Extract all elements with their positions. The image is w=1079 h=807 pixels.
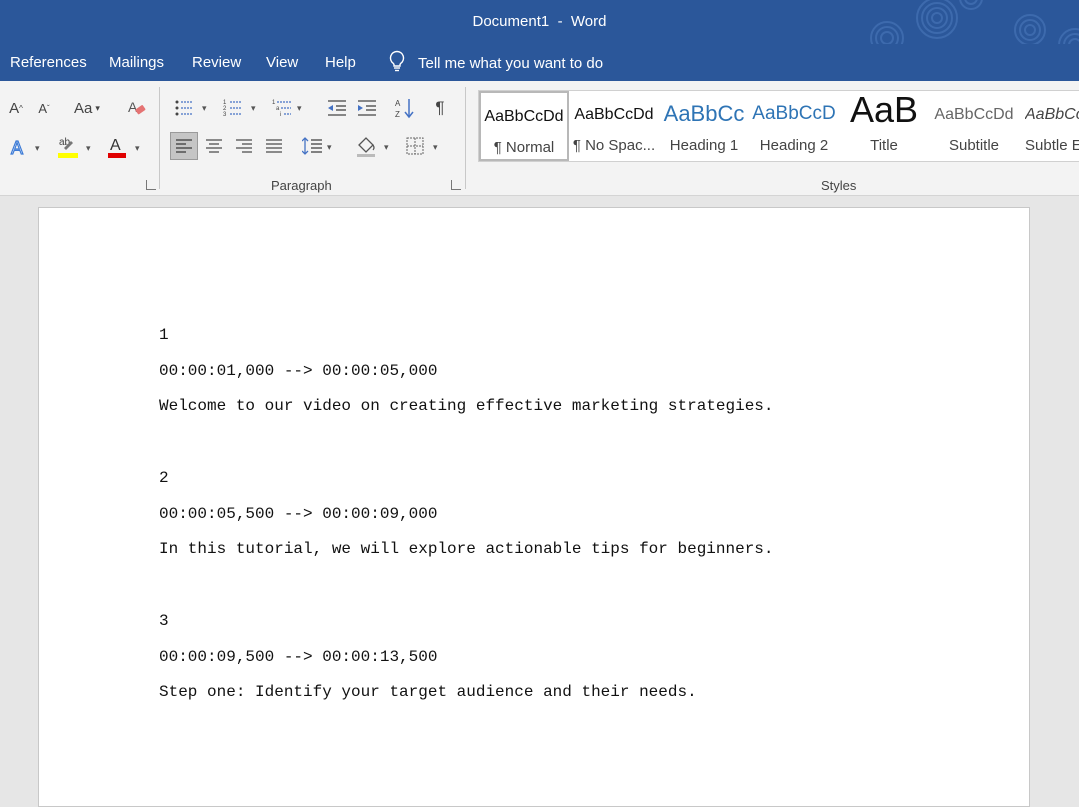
tab-help[interactable]: Help (325, 54, 356, 71)
style-sample: AaBbCc (663, 101, 745, 126)
font-dialog-launcher-icon[interactable] (146, 180, 156, 190)
subtitle-text: In this tutorial, we will explore action… (159, 540, 774, 558)
shading-icon[interactable] (353, 133, 379, 159)
style-name: Title (870, 137, 898, 154)
styles-group-label: Styles (821, 178, 857, 193)
style-sample: AaB (849, 89, 919, 130)
justify-button[interactable] (261, 133, 287, 159)
subtitle-index: 1 (159, 326, 169, 344)
document-name: Document1 (472, 13, 550, 30)
style-subtle-emphasis[interactable]: AaBbCcD Subtle E (1019, 91, 1079, 161)
chevron-down-icon[interactable]: ▾ (433, 142, 438, 153)
style-name: ¶ Normal (493, 139, 555, 156)
subtitle-text: Welcome to our video on creating effecti… (159, 397, 774, 415)
tab-review[interactable]: Review (192, 54, 241, 71)
style-heading-2[interactable]: AaBbCcD Heading 2 (749, 91, 839, 161)
chevron-down-icon[interactable]: ▾ (202, 103, 207, 114)
app-name: Word (570, 13, 607, 30)
style-subtitle[interactable]: AaBbCcDd Subtitle (929, 91, 1019, 161)
decrease-indent-icon[interactable] (324, 95, 350, 121)
style-name: Subtitle (948, 137, 1000, 154)
chevron-down-icon[interactable]: ▾ (86, 143, 91, 154)
group-divider (159, 87, 160, 189)
document-page[interactable]: 1 00:00:01,000 --> 00:00:05,000 Welcome … (38, 207, 1030, 807)
tell-me-box[interactable]: Tell me what you want to do (388, 50, 603, 76)
style-name: Heading 1 (669, 137, 739, 154)
style-sample: AaBbCcD (752, 103, 836, 124)
subtitle-index: 2 (159, 469, 169, 487)
style-sample: AaBbCcDd (484, 108, 564, 125)
font-color-icon[interactable]: A (104, 133, 130, 159)
grow-font-button[interactable]: A ^ (3, 95, 29, 121)
ribbon: A ^ Aˇ Aa ▾ A A ▾ ab ▾ A ▾ ▾ 123 ▾ 1ai ▾ A… (0, 81, 1079, 196)
svg-text:A: A (110, 137, 121, 154)
chevron-down-icon[interactable]: ▾ (297, 103, 302, 114)
svg-text:3: 3 (223, 112, 227, 117)
style-name: ¶ No Spac... (572, 137, 656, 154)
chevron-down-icon[interactable]: ▾ (384, 142, 389, 153)
tab-mailings[interactable]: Mailings (109, 54, 164, 71)
bullets-icon[interactable] (171, 95, 197, 121)
style-name: Heading 2 (759, 137, 829, 154)
borders-icon[interactable] (402, 133, 428, 159)
subtitle-timecode: 00:00:09,500 --> 00:00:13,500 (159, 648, 438, 666)
style-sample: AaBbCcD (1025, 106, 1079, 123)
chevron-down-icon[interactable]: ▾ (327, 142, 332, 153)
svg-text:A: A (128, 99, 138, 115)
svg-text:A: A (395, 99, 401, 108)
paragraph-dialog-launcher-icon[interactable] (451, 180, 461, 190)
tell-me-text: Tell me what you want to do (418, 54, 604, 72)
svg-text:i: i (280, 112, 281, 117)
numbering-icon[interactable]: 123 (220, 95, 246, 121)
style-sample: AaBbCcDd (934, 106, 1014, 123)
style-normal[interactable]: AaBbCcDd ¶ Normal (479, 91, 569, 161)
align-left-button[interactable] (170, 132, 198, 160)
styles-gallery: AaBbCcDd ¶ Normal AaBbCcDd ¶ No Spac... … (478, 89, 1079, 162)
tab-references[interactable]: References (10, 54, 87, 71)
highlight-color-icon[interactable]: ab (55, 133, 81, 159)
clear-formatting-icon[interactable]: A (124, 95, 150, 121)
line-spacing-icon[interactable] (299, 133, 325, 159)
title-separator: - (557, 13, 563, 30)
chevron-down-icon[interactable]: ▾ (251, 103, 256, 114)
chevron-down-icon[interactable]: ▾ (135, 143, 140, 154)
increase-indent-icon[interactable] (354, 95, 380, 121)
multilevel-list-icon[interactable]: 1ai (269, 95, 295, 121)
align-center-button[interactable] (201, 133, 227, 159)
subtitle-text: Step one: Identify your target audience … (159, 683, 697, 701)
lightbulb-icon (388, 50, 406, 76)
chevron-down-icon[interactable]: ▾ (35, 143, 40, 154)
svg-text:Z: Z (395, 110, 400, 119)
svg-text:A: A (11, 138, 23, 158)
subtitle-index: 3 (159, 612, 169, 630)
style-name: Subtle E (1025, 137, 1079, 154)
shrink-font-button[interactable]: Aˇ (31, 95, 57, 121)
text-effects-icon[interactable]: A (6, 135, 32, 161)
align-right-button[interactable] (231, 133, 257, 159)
ribbon-tabs: References Mailings Review View Help Tel… (0, 44, 1079, 81)
style-no-spacing[interactable]: AaBbCcDd ¶ No Spac... (569, 91, 659, 161)
paragraph-group-label: Paragraph (271, 178, 332, 193)
subtitle-timecode: 00:00:05,500 --> 00:00:09,000 (159, 505, 438, 523)
style-sample: AaBbCcDd (574, 106, 654, 123)
show-formatting-marks-icon[interactable]: ¶ (427, 95, 453, 121)
style-heading-1[interactable]: AaBbCc Heading 1 (659, 91, 749, 161)
change-case-button[interactable]: Aa ▾ (70, 95, 104, 121)
document-canvas: 1 00:00:01,000 --> 00:00:05,000 Welcome … (0, 196, 1079, 807)
style-title[interactable]: AaB Title (839, 89, 929, 161)
group-divider (465, 87, 466, 189)
sort-icon[interactable]: AZ (392, 95, 418, 121)
tab-view[interactable]: View (266, 54, 298, 71)
subtitle-timecode: 00:00:01,000 --> 00:00:05,000 (159, 362, 438, 380)
